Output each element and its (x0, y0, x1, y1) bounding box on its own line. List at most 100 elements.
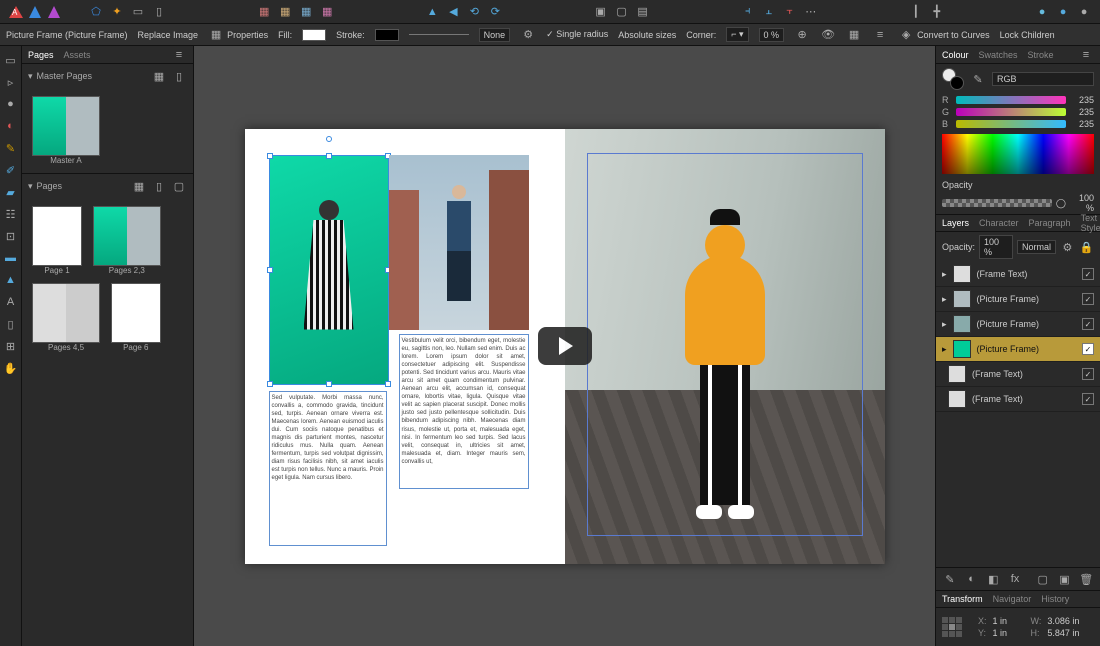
zoom-tool[interactable]: ⊞ (3, 338, 19, 354)
page-6-thumb[interactable]: Page 6 (111, 283, 161, 352)
shape-tri-tool[interactable]: ▲ (3, 272, 19, 288)
rotation-handle[interactable] (326, 136, 332, 142)
flip-v-icon[interactable]: ◀ (445, 4, 461, 20)
layer-mask-icon[interactable]: ◐ (964, 571, 980, 587)
show-icon[interactable]: 👁 (820, 27, 836, 43)
node-tool[interactable]: ▹ (3, 74, 19, 90)
arrange-front-icon[interactable]: ▦ (319, 4, 335, 20)
snap-icon[interactable]: ⊕ (794, 27, 810, 43)
tab-swatches[interactable]: Swatches (979, 50, 1018, 60)
colour-menu-icon[interactable]: ≡ (1078, 47, 1094, 63)
eyedropper-icon[interactable]: ✎ (970, 71, 986, 87)
image-frame-city[interactable] (389, 155, 529, 330)
b-slider[interactable] (956, 120, 1066, 128)
layer-item[interactable]: ▸(Picture Frame)✓ (936, 287, 1100, 312)
layer-adjust-icon[interactable]: ◧ (985, 571, 1001, 587)
shape-rect-tool[interactable]: ▬ (3, 250, 19, 266)
replace-image-button[interactable]: Replace Image (138, 30, 199, 40)
opacity-slider[interactable] (942, 199, 1052, 207)
layer-add-icon[interactable]: ▢ (1035, 571, 1051, 587)
tab-history[interactable]: History (1041, 594, 1069, 604)
image-frame-green[interactable] (269, 155, 389, 385)
app-publisher-icon[interactable] (8, 4, 24, 20)
layer-visible-checkbox[interactable]: ✓ (1082, 293, 1094, 305)
align-right-icon[interactable]: ⫟ (782, 4, 798, 20)
page-icon[interactable]: ▯ (151, 4, 167, 20)
picture-frame-tool[interactable]: ⊡ (3, 228, 19, 244)
tab-transform[interactable]: Transform (942, 594, 983, 604)
text-tool[interactable]: ● (3, 96, 19, 112)
master-a-thumb[interactable]: Master A (32, 96, 100, 165)
group-icon[interactable]: ▣ (593, 4, 609, 20)
fill-swatch[interactable] (302, 29, 326, 41)
layer-item[interactable]: ▸(Picture Frame)✓ (936, 312, 1100, 337)
artistic-text-tool[interactable]: A (3, 294, 19, 310)
tab-assets[interactable]: Assets (64, 50, 91, 60)
pages-2-3-thumb[interactable]: Pages 2,3 (93, 206, 161, 275)
ungroup-icon[interactable]: ▢ (614, 4, 630, 20)
transform-w-input[interactable]: 3.086 in (1047, 616, 1079, 626)
layer-item-selected[interactable]: ▸(Picture Frame)✓ (936, 337, 1100, 362)
arrange-back-icon[interactable]: ▦ (256, 4, 272, 20)
arrange-backward-icon[interactable]: ▦ (277, 4, 293, 20)
master-add-icon[interactable]: ▯ (171, 68, 187, 84)
view-mode-2-icon[interactable]: ● (1055, 4, 1071, 20)
page-1-thumb[interactable]: Page 1 (32, 206, 82, 275)
arrange-forward-icon[interactable]: ▦ (298, 4, 314, 20)
lock-children-checkbox[interactable]: Lock Children (1000, 30, 1055, 40)
pages-add-icon[interactable]: ▢ (171, 178, 187, 194)
distribute-icon[interactable]: ⋯ (803, 4, 819, 20)
rotate-cw-icon[interactable]: ⟳ (487, 4, 503, 20)
brush-tool[interactable]: ✐ (3, 162, 19, 178)
tab-layers[interactable]: Layers (942, 218, 969, 228)
corner-type-dropdown[interactable]: ⌐ ▾ (726, 27, 748, 42)
layer-settings-icon[interactable]: ⚙ (1060, 239, 1075, 255)
convert-to-curves-button[interactable]: Convert to Curves (917, 30, 990, 40)
pages-view1-icon[interactable]: ▦ (131, 178, 147, 194)
absolute-sizes-checkbox[interactable]: Absolute sizes (618, 30, 676, 40)
view-mode-1-icon[interactable]: ● (1034, 4, 1050, 20)
tab-pages[interactable]: Pages (28, 50, 54, 60)
transform-x-input[interactable]: 1 in (993, 616, 1025, 626)
pages-view2-icon[interactable]: ▯ (151, 178, 167, 194)
lock-icon[interactable]: ▤ (635, 4, 651, 20)
stroke-settings-icon[interactable]: ⚙ (520, 27, 536, 43)
layer-visible-checkbox[interactable]: ✓ (1082, 393, 1094, 405)
properties-button[interactable]: Properties (227, 30, 268, 40)
g-slider[interactable] (956, 108, 1066, 116)
r-slider[interactable] (956, 96, 1066, 104)
color-mode-dropdown[interactable]: RGB (992, 72, 1094, 86)
layer-edit-icon[interactable]: ✎ (942, 571, 958, 587)
tab-text-styles[interactable]: Text Styles (1081, 213, 1100, 233)
layer-visible-checkbox[interactable]: ✓ (1082, 268, 1094, 280)
app-designer-icon[interactable] (27, 4, 43, 20)
stroke-style-dropdown[interactable]: None (479, 28, 511, 42)
transform-h-input[interactable]: 5.847 in (1047, 628, 1079, 638)
pages-header[interactable]: Pages (37, 181, 63, 191)
color-picker-tool[interactable]: ◐ (3, 118, 19, 134)
frame-text-tool[interactable]: ▯ (3, 316, 19, 332)
view-mode-3-icon[interactable]: ● (1076, 4, 1092, 20)
layer-opacity-input[interactable]: 100 % (979, 235, 1013, 259)
layer-group-icon[interactable]: ▣ (1057, 571, 1073, 587)
layer-item[interactable]: (Frame Text)✓ (936, 362, 1100, 387)
document-icon[interactable]: ▭ (130, 4, 146, 20)
blend-mode-dropdown[interactable]: Normal (1017, 240, 1056, 254)
spectrum-picker[interactable] (942, 134, 1094, 174)
text-frame-right[interactable]: Vestibulum velit orci, bibendum eget, mo… (399, 334, 529, 489)
layer-item[interactable]: ▸(Frame Text)✓ (936, 262, 1100, 287)
fill-tool[interactable]: ▰ (3, 184, 19, 200)
crop-tool[interactable]: ✎ (3, 140, 19, 156)
shape-tool-icon[interactable]: ⬠ (88, 4, 104, 20)
insert-h-icon[interactable]: ┃ (908, 4, 924, 20)
align-left-icon[interactable]: ⫞ (740, 4, 756, 20)
wrap-icon[interactable]: ▦ (846, 27, 862, 43)
tab-colour[interactable]: Colour (942, 50, 969, 60)
tab-navigator[interactable]: Navigator (993, 594, 1032, 604)
transform-y-input[interactable]: 1 in (993, 628, 1025, 638)
stroke-width-slider[interactable] (409, 34, 469, 35)
anchor-selector[interactable] (942, 617, 962, 637)
insert-v-icon[interactable]: ╋ (929, 4, 945, 20)
pages-4-5-thumb[interactable]: Pages 4,5 (32, 283, 100, 352)
layer-fx-icon[interactable]: fx (1007, 571, 1023, 587)
